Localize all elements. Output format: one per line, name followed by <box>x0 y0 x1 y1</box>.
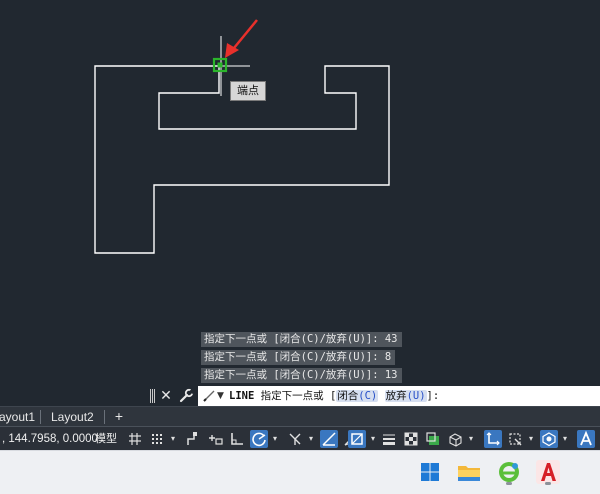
annotation-visibility-icon[interactable] <box>577 430 595 448</box>
tab-layout2[interactable]: Layout2 <box>51 407 94 427</box>
wrench-icon[interactable] <box>178 388 195 404</box>
snap-mode-icon[interactable] <box>148 430 166 448</box>
chevron-down-icon[interactable]: ▾ <box>271 431 279 447</box>
chevron-down-icon[interactable]: ▾ <box>527 431 535 447</box>
prompt-bracket: ]: <box>426 390 440 402</box>
command-history-line: 指定下一点或 [闭合(C)/放弃(U)]: 43 <box>201 332 402 347</box>
model-space-button[interactable]: 模型 <box>95 427 117 451</box>
chevron-down-icon[interactable]: ▼ <box>217 389 224 403</box>
snap-tooltip: 端点 <box>230 81 266 101</box>
command-history-line: 指定下一点或 [闭合(C)/放弃(U)]: 8 <box>201 350 396 365</box>
polar-tracking-icon[interactable] <box>250 430 268 448</box>
option-close-key: (C) <box>358 390 378 402</box>
chevron-down-icon[interactable]: ▾ <box>561 431 569 447</box>
running-indicator <box>506 482 512 485</box>
layout-tabs: ayout1 Layout2 + <box>0 406 600 427</box>
pen-icon[interactable] <box>202 389 216 403</box>
infer-constraints-icon[interactable] <box>184 430 202 448</box>
tab-divider <box>40 410 41 424</box>
command-name: LINE <box>229 390 255 402</box>
isodraft-icon[interactable] <box>286 430 304 448</box>
coordinate-readout[interactable]: , 144.7958, 0.0000 <box>2 427 98 451</box>
gizmo-icon[interactable] <box>540 430 558 448</box>
command-bar-grip[interactable] <box>150 389 156 403</box>
tab-layout1[interactable]: ayout1 <box>0 407 35 427</box>
ortho-mode-icon[interactable] <box>228 430 246 448</box>
transparency-icon[interactable] <box>402 430 420 448</box>
annotation-arrow <box>233 19 258 49</box>
option-undo-key: (U) <box>406 390 426 402</box>
windows-start-icon[interactable] <box>415 457 445 487</box>
selection-cycling-icon[interactable] <box>424 430 442 448</box>
add-layout-button[interactable]: + <box>110 407 128 427</box>
option-undo[interactable]: 放弃(U) <box>384 390 427 402</box>
grid-icon[interactable] <box>126 430 144 448</box>
option-close-label: 闭合 <box>337 390 359 402</box>
windows-taskbar <box>0 450 600 494</box>
3d-object-snap-icon[interactable] <box>446 430 464 448</box>
command-prompt-text: 指定下一点或 <box>260 390 324 402</box>
object-snap-tracking-icon[interactable] <box>320 430 338 448</box>
file-explorer-icon[interactable] <box>454 457 484 487</box>
chevron-down-icon[interactable]: ▾ <box>369 431 377 447</box>
command-prompt: LINE 指定下一点或 [闭合(C) 放弃(U)]: <box>229 386 439 406</box>
tab-divider <box>104 410 105 424</box>
drawing-canvas[interactable]: 端点 指定下一点或 [闭合(C)/放弃(U)]: 43 指定下一点或 [闭合(C… <box>0 0 600 406</box>
selection-filter-icon[interactable] <box>506 430 524 448</box>
dynamic-ucs-icon[interactable] <box>484 430 502 448</box>
chevron-down-icon[interactable]: ▾ <box>467 431 475 447</box>
close-icon[interactable]: ✕ <box>159 387 173 405</box>
browser-icon[interactable] <box>494 457 524 487</box>
command-history-line: 指定下一点或 [闭合(C)/放弃(U)]: 13 <box>201 368 402 383</box>
command-input[interactable]: ▼ LINE 指定下一点或 [闭合(C) 放弃(U)]: <box>198 386 600 406</box>
chevron-down-icon[interactable]: ▾ <box>307 431 315 447</box>
command-bar: ✕ ▼ LINE 指定下一点或 [闭合(C) 放弃(U)]: <box>0 386 600 406</box>
option-undo-label: 放弃 <box>385 390 407 402</box>
object-snap-icon[interactable] <box>348 430 366 448</box>
autocad-icon[interactable] <box>533 457 563 487</box>
running-indicator <box>545 482 551 485</box>
chevron-down-icon[interactable]: ▾ <box>169 431 177 447</box>
dynamic-input-icon[interactable] <box>206 430 224 448</box>
status-bar: , 144.7958, 0.0000 模型 ▾ ▾ ▾ ▾ ▾ ▾ ▾ <box>0 426 600 451</box>
show-lineweight-icon[interactable] <box>380 430 398 448</box>
option-close[interactable]: 闭合(C) <box>336 390 379 402</box>
